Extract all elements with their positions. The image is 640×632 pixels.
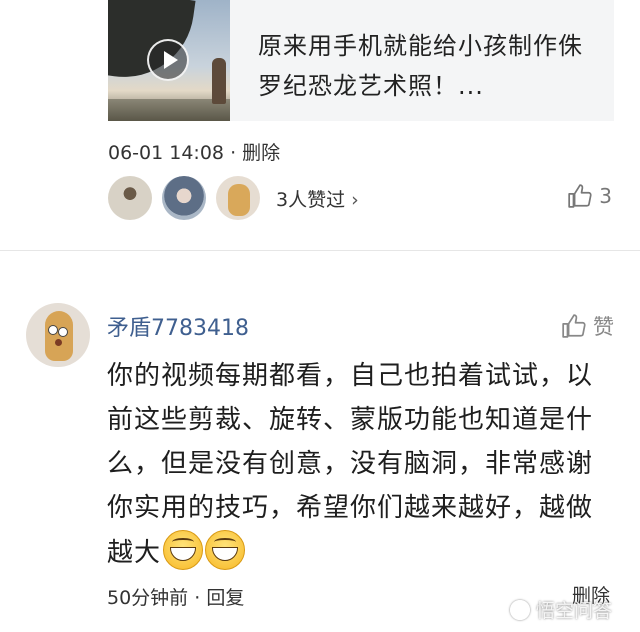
meta-separator: ·: [230, 142, 237, 164]
username[interactable]: 矛盾7783418: [107, 310, 249, 342]
meta-separator: ·: [194, 587, 201, 609]
grinning-face-icon: [163, 530, 204, 570]
likers-row[interactable]: 3人赞过 ›: [108, 176, 359, 220]
avatar[interactable]: [26, 303, 90, 367]
comment-text: 你的视频每期都看，自己也拍着试试，以前这些剪裁、旋转、蒙版功能也知道是什么，但是…: [107, 354, 593, 575]
grinning-face-icon: [205, 530, 246, 570]
like-count: 3: [599, 184, 612, 208]
thumbs-up-icon: [568, 184, 592, 208]
delete-button[interactable]: 删除: [242, 142, 280, 164]
liker-avatar[interactable]: [162, 176, 206, 220]
reply-button[interactable]: 回复: [206, 587, 244, 609]
watermark: 悟空问答: [510, 596, 612, 623]
likers-text: 3人赞过: [276, 188, 346, 211]
watermark-text: 悟空问答: [536, 600, 613, 622]
post-meta: 06-01 14:08 · 删除: [108, 138, 280, 165]
video-title[interactable]: 原来用手机就能给小孩制作侏罗纪恐龙艺术照！...: [230, 0, 614, 121]
video-card[interactable]: 原来用手机就能给小孩制作侏罗纪恐龙艺术照！...: [108, 0, 614, 121]
play-icon[interactable]: [147, 39, 189, 81]
post-like-button[interactable]: 3: [567, 183, 612, 209]
child-image: [212, 58, 226, 104]
divider: [0, 250, 640, 251]
thumbs-up-icon: [562, 314, 586, 338]
likers-count-link[interactable]: 3人赞过 ›: [276, 185, 359, 212]
comment-meta: 50分钟前 · 回复: [107, 583, 244, 610]
video-thumbnail[interactable]: [108, 0, 230, 121]
comment-time: 50分钟前: [107, 587, 189, 609]
liker-avatar[interactable]: [108, 176, 152, 220]
chevron-right-icon: ›: [351, 188, 359, 211]
like-label: 赞: [593, 315, 614, 339]
comment-like-button[interactable]: 赞: [561, 311, 614, 341]
wukong-logo-icon: [510, 599, 530, 620]
liker-avatar[interactable]: [216, 176, 260, 220]
post-time: 06-01 14:08: [108, 142, 225, 164]
